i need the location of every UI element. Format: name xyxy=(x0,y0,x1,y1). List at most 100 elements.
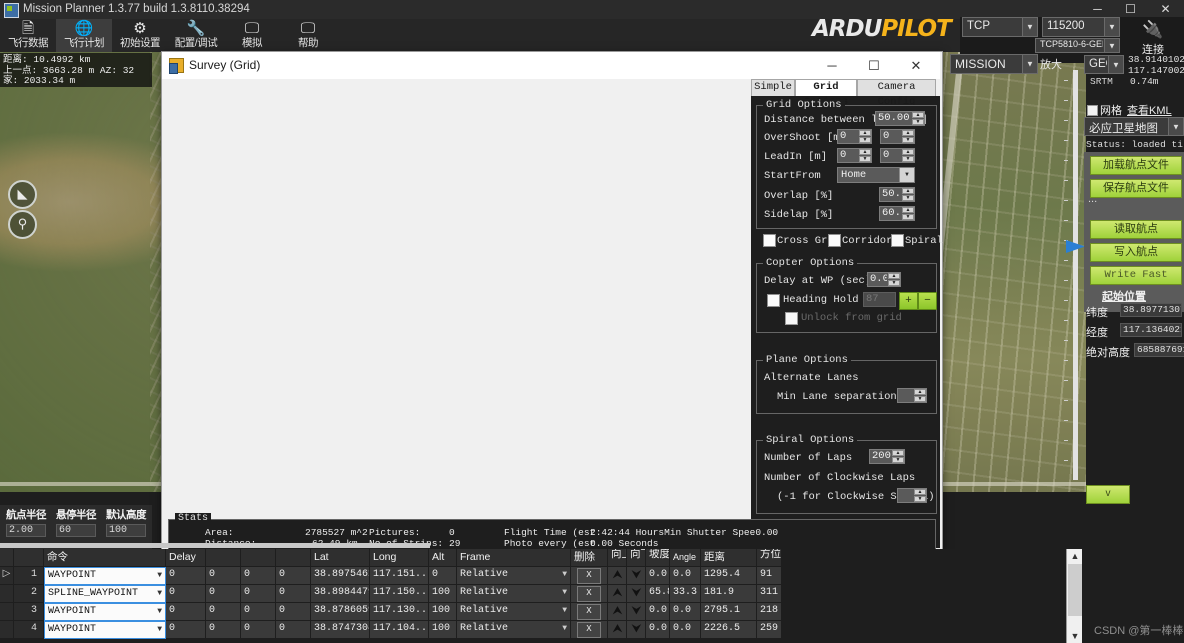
overshoot-spinner-1[interactable]: 0 ▲ ▼ xyxy=(837,129,872,144)
map-provider-select[interactable]: 必应卫星地图 xyxy=(1084,117,1184,136)
chevron-down-icon[interactable]: ▼ xyxy=(562,567,567,583)
heading-hold-checkbox[interactable] xyxy=(767,294,780,307)
toolbar-item-simulation[interactable]: 🖵 模拟 xyxy=(224,19,280,52)
panel-collapse-button[interactable]: v xyxy=(1086,485,1130,504)
distance-between-lines-spinner[interactable]: 50.00 ▲ ▼ xyxy=(875,111,925,126)
arrow-up-icon[interactable]: ⮝ xyxy=(610,604,625,620)
delay-at-wp-spinner[interactable]: 0.0 ▲ ▼ xyxy=(867,272,901,287)
survey-close-button[interactable]: ✕ xyxy=(896,52,936,79)
row-alt[interactable]: 0 xyxy=(429,567,457,585)
chevron-down-icon[interactable] xyxy=(1108,56,1123,73)
row-param2[interactable]: 0 xyxy=(206,603,241,621)
toolbar-item-help[interactable]: 🖵 帮助 xyxy=(280,19,336,52)
row-param3[interactable]: 0 xyxy=(241,603,276,621)
heading-hold-value-field[interactable]: 87 xyxy=(863,292,896,307)
scroll-up-icon[interactable]: ▲ xyxy=(1067,549,1083,563)
row-long[interactable]: 117.151... xyxy=(370,567,429,585)
spiral-checkbox[interactable] xyxy=(891,234,904,247)
chevron-down-icon[interactable] xyxy=(1168,118,1183,135)
spinner-up-icon[interactable]: ▲ xyxy=(914,489,926,495)
row-lat[interactable]: 38.8984479 xyxy=(311,585,370,603)
home-longitude-field[interactable]: 117.1364021 xyxy=(1120,323,1182,337)
leadin-spinner-2[interactable]: 0 ▲ ▼ xyxy=(880,148,915,163)
survey-map-viewport[interactable] xyxy=(163,79,751,519)
arrow-down-icon[interactable]: ⮟ xyxy=(629,622,644,638)
spinner-up-icon[interactable]: ▲ xyxy=(912,112,924,118)
chevron-down-icon[interactable]: ▼ xyxy=(157,622,162,638)
chevron-down-icon[interactable] xyxy=(1104,18,1119,36)
scroll-down-icon[interactable]: ▼ xyxy=(1067,629,1083,643)
row-long[interactable]: 117.130... xyxy=(370,603,429,621)
more-options-label[interactable]: ... xyxy=(1088,193,1097,205)
default-alt-field[interactable]: 默认高度 100 xyxy=(102,507,150,537)
row-lat[interactable]: 38.8786059 xyxy=(311,603,370,621)
write-waypoints-button[interactable]: 写入航点 xyxy=(1090,243,1182,262)
spinner-up-icon[interactable]: ▲ xyxy=(902,207,914,213)
table-row[interactable]: ▷ 1 WAYPOINT ▼ 0 0 0 0 38.8975461 117.151… xyxy=(0,567,1065,585)
read-waypoints-button[interactable]: 读取航点 xyxy=(1090,220,1182,239)
load-waypoint-file-button[interactable]: 加载航点文件 xyxy=(1090,156,1182,175)
overshoot-spinner-2[interactable]: 0 ▲ ▼ xyxy=(880,129,915,144)
spinner-up-icon[interactable]: ▲ xyxy=(859,130,871,136)
chevron-down-icon[interactable]: ▼ xyxy=(157,568,162,584)
spinner-up-icon[interactable]: ▲ xyxy=(902,149,914,155)
row-selector[interactable] xyxy=(0,621,14,639)
row-selector[interactable] xyxy=(0,603,14,621)
row-move-up-button[interactable]: ⮝ xyxy=(608,621,627,639)
protocol-select[interactable]: TCP xyxy=(962,17,1038,37)
tab-simple[interactable]: Simple xyxy=(751,79,795,96)
row-param3[interactable]: 0 xyxy=(241,585,276,603)
row-frame-select[interactable]: Relative ▼ xyxy=(457,621,571,639)
row-command-select[interactable]: WAYPOINT ▼ xyxy=(44,603,166,621)
sidelap-spinner[interactable]: 60.0 ▲▼ xyxy=(879,206,915,221)
write-fast-button[interactable]: Write Fast xyxy=(1090,266,1182,285)
spinner-up-icon[interactable]: ▲ xyxy=(859,149,871,155)
row-command-select[interactable]: WAYPOINT ▼ xyxy=(44,567,166,585)
home-latitude-field[interactable]: 38.89771307 xyxy=(1120,303,1182,317)
spinner-up-icon[interactable]: ▲ xyxy=(888,273,900,279)
row-command-select[interactable]: SPLINE_WAYPOINT ▼ xyxy=(44,585,166,603)
loiter-radius-field[interactable]: 悬停半径 60 xyxy=(52,507,100,537)
row-move-down-button[interactable]: ⮟ xyxy=(627,621,646,639)
heading-hold-plus-button[interactable]: + xyxy=(899,292,918,310)
start-from-select[interactable]: Home ▼ xyxy=(837,167,915,183)
toolbar-item-flight-data[interactable]: 🗎 飞行数据 xyxy=(0,19,56,52)
spinner-up-icon[interactable]: ▲ xyxy=(914,389,926,395)
tab-camera-config[interactable]: Camera Config xyxy=(857,79,936,108)
row-delay[interactable]: 0 xyxy=(166,585,206,603)
row-delete-button[interactable]: X xyxy=(571,621,608,639)
table-row[interactable]: 4 WAYPOINT ▼ 0 0 0 0 38.8747304 117.104..… xyxy=(0,621,1065,639)
spinner-down-icon[interactable]: ▼ xyxy=(888,280,900,286)
spinner-down-icon[interactable]: ▼ xyxy=(902,195,914,201)
row-move-down-button[interactable]: ⮟ xyxy=(627,603,646,621)
arrow-up-icon[interactable]: ⮝ xyxy=(610,568,625,584)
map-zoom-slider-track[interactable] xyxy=(1073,70,1078,480)
chevron-down-icon[interactable]: ▼ xyxy=(562,603,567,619)
arrow-down-icon[interactable]: ⮟ xyxy=(629,568,644,584)
row-lat[interactable]: 38.8747304 xyxy=(311,621,370,639)
geo-select[interactable]: GEO xyxy=(1084,55,1124,74)
overlap-spinner[interactable]: 50.0 ▲▼ xyxy=(879,187,915,202)
row-frame-select[interactable]: Relative ▼ xyxy=(457,585,571,603)
row-alt[interactable]: 100 xyxy=(429,621,457,639)
chevron-down-icon[interactable] xyxy=(1022,18,1037,36)
table-row[interactable]: 2 SPLINE_WAYPOINT ▼ 0 0 0 0 38.8984479 11… xyxy=(0,585,1065,603)
survey-minimize-button[interactable]: ─ xyxy=(812,52,852,79)
table-horizontal-scrollbar[interactable] xyxy=(0,543,430,548)
save-waypoint-file-button[interactable]: 保存航点文件 xyxy=(1090,179,1182,198)
row-delete-button[interactable]: X xyxy=(571,567,608,585)
row-param3[interactable]: 0 xyxy=(241,621,276,639)
home-altitude-field[interactable]: 685887691 xyxy=(1134,343,1184,357)
clockwise-laps-spinner[interactable]: ▲ ▼ xyxy=(897,488,927,503)
row-move-down-button[interactable]: ⮟ xyxy=(627,585,646,603)
chevron-down-icon[interactable]: ▼ xyxy=(899,168,914,182)
toolbar-item-flight-plan[interactable]: 🌐 飞行计划 xyxy=(56,19,112,52)
ruler-icon[interactable]: ◣ xyxy=(8,180,37,209)
row-param2[interactable]: 0 xyxy=(206,567,241,585)
row-frame-select[interactable]: Relative ▼ xyxy=(457,603,571,621)
row-selector[interactable]: ▷ xyxy=(0,567,14,585)
row-delete-button[interactable]: X xyxy=(571,585,608,603)
chevron-down-icon[interactable]: ▼ xyxy=(157,586,162,602)
view-kml-link[interactable]: 查看KML xyxy=(1127,102,1172,118)
min-lane-separation-spinner[interactable]: ▲ ▼ xyxy=(897,388,927,403)
